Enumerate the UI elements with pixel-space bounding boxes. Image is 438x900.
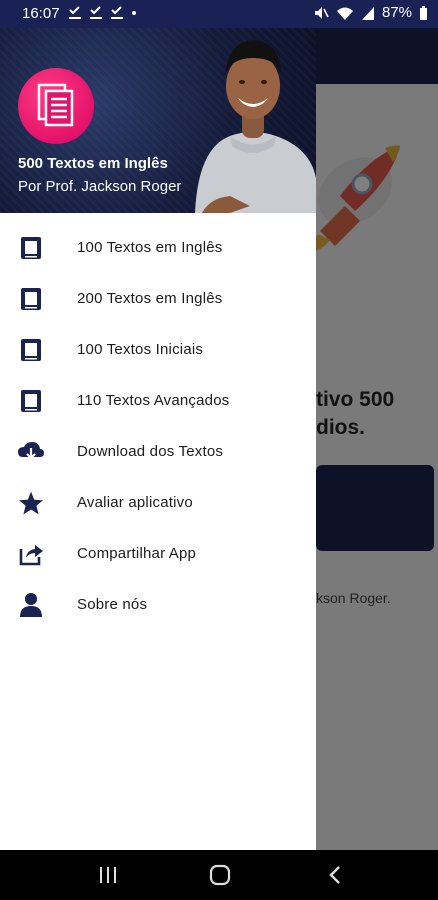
book-icon [17,336,45,364]
menu-item-textos-iniciais[interactable]: 100 Textos Iniciais [0,324,316,375]
status-bar: 16:07 87% [0,0,438,28]
recents-icon[interactable] [78,850,138,900]
share-icon [17,540,45,568]
status-time: 16:07 [22,5,60,22]
menu-item-label: Avaliar aplicativo [77,494,193,511]
drawer-title: 500 Textos em Inglês [18,155,168,172]
signal-icon [361,6,374,20]
menu-item-100-textos[interactable]: 100 Textos em Inglês [0,222,316,273]
battery-percent: 87% [381,4,412,21]
home-icon[interactable] [190,850,250,900]
person-icon [17,591,45,619]
mute-icon [314,6,329,19]
cloud-download-icon [17,438,45,466]
menu-item-label: Download dos Textos [77,443,224,460]
menu-item-sobre[interactable]: Sobre nós [0,579,316,630]
book-icon [17,234,45,262]
menu-item-label: 110 Textos Avançados [77,392,230,409]
star-icon [17,489,45,517]
author-photo [195,40,316,213]
menu-item-label: 200 Textos em Inglês [77,290,223,307]
check-download-icon [69,6,81,19]
book-icon [17,387,45,415]
app-logo [18,68,94,144]
check-download-icon [90,6,102,19]
battery-icon [420,5,427,20]
wifi-icon [336,7,353,20]
dot-icon [132,11,136,15]
drawer-subtitle: Por Prof. Jackson Roger [18,178,182,195]
check-download-icon [111,6,123,19]
menu-item-textos-avancados[interactable]: 110 Textos Avançados [0,375,316,426]
system-icons: 87% [313,4,428,21]
back-icon[interactable] [305,850,365,900]
menu-item-compartilhar[interactable]: Compartilhar App [0,528,316,579]
menu-item-avaliar[interactable]: Avaliar aplicativo [0,477,316,528]
menu-item-label: 100 Textos Iniciais [77,341,204,358]
menu-item-label: Sobre nós [77,596,148,613]
book-icon [17,285,45,313]
drawer-header: 500 Textos em Inglês Por Prof. Jackson R… [0,28,316,213]
drawer-menu: 100 Textos em Inglês 200 Textos em Inglê… [0,222,316,630]
menu-item-label: Compartilhar App [77,545,197,562]
system-nav-bar [0,850,438,900]
menu-item-label: 100 Textos em Inglês [77,239,223,256]
document-icon [37,83,74,127]
menu-item-download[interactable]: Download dos Textos [0,426,316,477]
navigation-drawer: 500 Textos em Inglês Por Prof. Jackson R… [0,28,316,850]
menu-item-200-textos[interactable]: 200 Textos em Inglês [0,273,316,324]
notification-icons [68,4,137,20]
